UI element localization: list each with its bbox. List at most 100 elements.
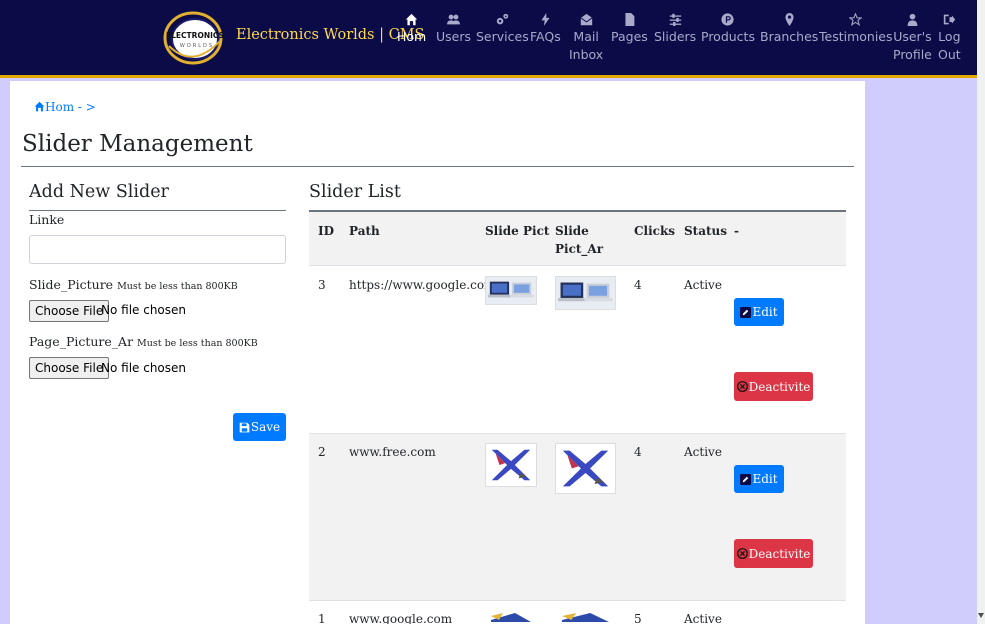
home-icon	[34, 101, 45, 112]
nav-mail-inbox[interactable]: Mail Inbox	[569, 10, 603, 64]
column-header-slide-pict: Slide Pict	[485, 224, 550, 238]
slide-picture-choose-file-button[interactable]: Choose File	[29, 300, 110, 322]
nav-label: FAQs	[530, 29, 561, 44]
sign-out-icon	[938, 10, 961, 28]
cogs-icon	[476, 10, 529, 28]
slide-picture-label: Slide_Picture Must be less than 800KB	[29, 277, 238, 292]
nav-testimonies[interactable]: Testimonies	[819, 10, 893, 46]
deactivate-button-label: Deactivite	[748, 379, 811, 394]
row-id: 2	[318, 445, 326, 459]
save-button[interactable]: Save	[233, 413, 286, 441]
nav-label: Mail Inbox	[569, 29, 604, 62]
nav-sliders[interactable]: Sliders	[654, 10, 696, 46]
link-input[interactable]	[29, 235, 286, 264]
column-header-slide-pict-ar: Slide Pict_Ar	[555, 224, 604, 256]
nav-products[interactable]: Products	[701, 10, 755, 46]
map-marker-icon	[760, 10, 818, 28]
edit-button-label: Edit	[752, 305, 778, 319]
page-picture-ar-label-text: Page_Picture_Ar	[29, 334, 134, 349]
column-header-status: Status	[684, 224, 728, 238]
slide-picture-label-text: Slide_Picture	[29, 277, 114, 292]
page-picture-ar-choose-file-button[interactable]: Choose File	[29, 357, 110, 379]
row-status: Active	[684, 612, 722, 624]
nav-label: Testimonies	[819, 29, 893, 44]
slide-thumbnail-phones[interactable]	[485, 443, 537, 487]
link-label-text: Linke	[29, 212, 65, 227]
nav-home[interactable]: Hom	[397, 10, 426, 46]
star-icon	[819, 10, 893, 28]
nav-label: Products	[701, 29, 755, 44]
link-label: Linke	[29, 212, 64, 227]
users-icon	[436, 10, 471, 28]
save-icon	[239, 422, 250, 432]
row-path: www.free.com	[349, 445, 436, 459]
nav-label: Branches	[760, 29, 819, 44]
slide-ar-thumbnail-phones[interactable]	[555, 443, 616, 494]
edit-button[interactable]: Edit	[734, 465, 784, 493]
page-picture-ar-label: Page_Picture_Ar Must be less than 800KB	[29, 334, 258, 349]
list-title: Slider List	[309, 182, 401, 202]
nav-log-out[interactable]: Log Out	[938, 10, 961, 64]
table-row: 2 www.free.com 4 Active Edit Deactivite	[309, 434, 846, 601]
nav-label: Services	[476, 29, 529, 44]
breadcrumb[interactable]: Hom - >	[34, 100, 96, 114]
row-id: 1	[318, 612, 326, 624]
column-header-clicks: Clicks	[634, 224, 676, 238]
row-clicks: 4	[634, 445, 642, 459]
slide-ar-thumbnail-banner[interactable]	[555, 610, 616, 624]
table-row: 3 https://www.google.com 4 Active Edit D…	[309, 267, 846, 434]
page-picture-ar-file-status: No file chosen	[101, 361, 187, 375]
nav-pages[interactable]: Pages	[611, 10, 648, 46]
page-picture-ar-size-note: Must be less than 800KB	[137, 338, 258, 349]
nav-label: Log Out	[938, 29, 961, 62]
column-header-actions: -	[734, 224, 739, 238]
edit-icon	[740, 473, 752, 485]
slide-picture-file-status: No file chosen	[101, 303, 187, 317]
nav-label: Hom	[397, 29, 427, 44]
title-divider	[21, 166, 854, 167]
breadcrumb-home-link[interactable]: Hom - >	[45, 100, 96, 114]
slide-thumbnail-banner[interactable]	[485, 610, 537, 624]
form-divider	[29, 210, 286, 211]
row-clicks: 4	[634, 278, 642, 292]
file-icon	[611, 10, 648, 28]
envelope-open-icon	[569, 10, 603, 28]
logo-subtext: WORLDS	[180, 43, 214, 49]
nav-label: Users	[436, 29, 472, 44]
nav-users-profile[interactable]: User's Profile	[893, 10, 932, 64]
nav-branches[interactable]: Branches	[760, 10, 818, 46]
row-clicks: 5	[634, 612, 642, 624]
edit-button-label: Edit	[752, 472, 778, 486]
row-path: https://www.google.com	[349, 278, 496, 292]
sliders-icon	[654, 10, 696, 28]
logo-text: ELECTRONICS	[166, 31, 224, 40]
deactivate-button[interactable]: Deactivite	[734, 539, 813, 568]
deactivate-button[interactable]: Deactivite	[734, 372, 813, 401]
nav-label: Sliders	[654, 29, 697, 44]
nav-label: User's Profile	[893, 29, 932, 62]
table-row: 1 www.google.com 5 Active	[309, 601, 846, 624]
times-circle-icon	[736, 548, 748, 559]
column-header-path: Path	[349, 224, 380, 238]
edit-button[interactable]: Edit	[734, 298, 784, 326]
page-title: Slider Management	[22, 131, 253, 157]
table-header: ID Path Slide Pict Slide Pict_Ar Clicks …	[309, 212, 846, 266]
user-icon	[893, 10, 932, 28]
save-button-label: Save	[250, 420, 281, 434]
nav-users[interactable]: Users	[436, 10, 471, 46]
deactivate-button-label: Deactivite	[748, 546, 811, 561]
vertical-scrollbar[interactable]	[977, 0, 985, 624]
edit-icon	[740, 306, 752, 318]
slide-thumbnail-laptop[interactable]	[485, 276, 537, 305]
column-header-id: ID	[318, 224, 335, 238]
form-title: Add New Slider	[29, 182, 169, 202]
content-card: Hom - > Slider Management Add New Slider…	[10, 81, 865, 624]
scroll-down-arrow-icon[interactable]	[978, 613, 984, 618]
slide-ar-thumbnail-laptop[interactable]	[555, 276, 616, 310]
brand-logo[interactable]: ELECTRONICS WORLDS	[163, 10, 227, 66]
row-path: www.google.com	[349, 612, 453, 624]
nav-services[interactable]: Services	[476, 10, 529, 46]
nav-faqs[interactable]: FAQs	[530, 10, 561, 46]
bolt-icon	[530, 10, 561, 28]
nav-label: Pages	[611, 29, 648, 44]
